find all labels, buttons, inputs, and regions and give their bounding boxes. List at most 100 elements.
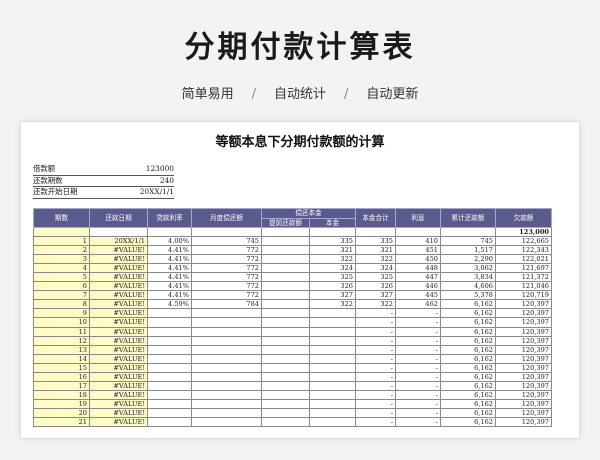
table-cell[interactable]: #VALUE! [89,398,148,409]
table-cell-initial-balance[interactable]: 123,000 [495,226,552,238]
table-cell[interactable] [261,236,310,247]
table-cell[interactable]: - [395,416,441,428]
table-cell[interactable]: #VALUE! [89,335,148,346]
table-cell[interactable]: 2 [33,245,90,256]
table-cell[interactable]: 120,397 [495,326,552,337]
table-cell[interactable] [147,371,192,382]
table-cell[interactable]: 6,162 [440,362,496,373]
table-cell[interactable] [309,308,356,319]
table-cell[interactable]: 4.41% [147,272,192,283]
table-cell[interactable] [147,335,192,346]
table-cell[interactable]: 120,397 [495,353,552,364]
table-cell[interactable] [309,353,356,364]
table-cell[interactable]: #VALUE! [89,317,148,328]
table-cell[interactable]: #VALUE! [89,362,148,373]
table-cell[interactable]: 445 [395,290,441,301]
table-cell[interactable]: 447 [395,272,441,283]
table-cell[interactable]: 120,719 [495,290,552,301]
table-cell[interactable]: 12 [33,335,90,346]
info-value[interactable]: 20XX/1/1 [140,187,174,198]
table-cell[interactable]: 120,397 [495,317,552,328]
table-cell[interactable]: 327 [355,290,396,301]
table-cell[interactable]: 2,290 [440,254,496,265]
table-cell[interactable]: #VALUE! [89,290,148,301]
table-cell[interactable]: - [355,380,396,391]
table-cell[interactable]: - [355,389,396,400]
column-header-date[interactable]: 还款日期 [89,208,148,228]
table-cell[interactable]: 772 [191,263,262,274]
table-cell[interactable]: 6,162 [440,353,496,364]
table-cell[interactable] [191,407,262,418]
column-header-cumulative[interactable]: 累计还款额 [440,208,496,228]
table-cell[interactable]: 772 [191,245,262,256]
table-cell[interactable] [147,416,192,428]
table-cell[interactable]: - [355,398,396,409]
table-cell[interactable] [147,308,192,319]
table-cell[interactable]: 772 [191,254,262,265]
table-cell[interactable] [395,226,441,238]
table-cell[interactable]: - [395,317,441,328]
table-cell[interactable]: #VALUE! [89,281,148,292]
table-cell[interactable]: 120,397 [495,362,552,373]
table-cell[interactable]: 120,397 [495,344,552,355]
table-cell[interactable]: #VALUE! [89,254,148,265]
table-cell[interactable] [261,281,310,292]
table-cell[interactable]: 410 [395,236,441,247]
table-cell[interactable]: 120,397 [495,371,552,382]
table-cell[interactable] [261,398,310,409]
table-cell[interactable]: 16 [33,371,90,382]
table-cell[interactable]: 745 [191,236,262,247]
table-cell[interactable] [261,389,310,400]
table-cell[interactable]: - [395,353,441,364]
table-cell[interactable]: 321 [309,245,356,256]
table-cell[interactable]: 121,046 [495,281,552,292]
table-cell[interactable]: 335 [355,236,396,247]
table-cell[interactable] [33,226,90,238]
column-header-principal-group[interactable]: 偿还本金 [261,208,356,219]
column-header-principal-total[interactable]: 本金合计 [355,208,396,228]
table-cell[interactable]: 6,162 [440,380,496,391]
table-cell[interactable] [440,226,496,238]
table-cell[interactable]: 326 [309,281,356,292]
table-cell[interactable] [261,335,310,346]
table-cell[interactable]: 772 [191,272,262,283]
table-cell[interactable]: 122,343 [495,245,552,256]
table-cell[interactable] [191,380,262,391]
table-cell[interactable]: 5 [33,272,90,283]
table-cell[interactable]: - [355,317,396,328]
table-cell[interactable]: 10 [33,317,90,328]
table-cell[interactable]: 7 [33,290,90,301]
table-cell[interactable]: #VALUE! [89,299,148,310]
table-cell[interactable]: 321 [355,245,396,256]
table-cell[interactable]: - [355,326,396,337]
table-cell[interactable]: 3 [33,254,90,265]
table-cell[interactable]: 14 [33,353,90,364]
table-cell[interactable]: 6,162 [440,344,496,355]
table-cell[interactable] [147,353,192,364]
table-cell[interactable] [191,344,262,355]
column-header-period[interactable]: 期数 [33,208,90,228]
table-cell[interactable]: 6,162 [440,407,496,418]
table-cell[interactable] [191,308,262,319]
table-cell[interactable]: - [395,344,441,355]
table-cell[interactable] [309,317,356,328]
table-cell[interactable]: 13 [33,344,90,355]
table-cell[interactable] [191,362,262,373]
table-cell[interactable] [261,272,310,283]
table-cell[interactable] [261,371,310,382]
table-cell[interactable]: 322 [309,299,356,310]
table-cell[interactable] [147,380,192,391]
table-cell[interactable] [147,344,192,355]
table-cell[interactable]: 6,162 [440,398,496,409]
table-cell[interactable] [147,398,192,409]
table-cell[interactable]: 745 [440,236,496,247]
table-cell[interactable] [261,326,310,337]
table-cell[interactable]: - [395,380,441,391]
table-cell[interactable]: 11 [33,326,90,337]
table-cell[interactable] [191,416,262,428]
table-cell[interactable]: 9 [33,308,90,319]
table-cell[interactable]: - [355,308,396,319]
table-cell[interactable] [191,371,262,382]
table-cell[interactable] [191,389,262,400]
table-cell[interactable]: 120,397 [495,416,552,428]
